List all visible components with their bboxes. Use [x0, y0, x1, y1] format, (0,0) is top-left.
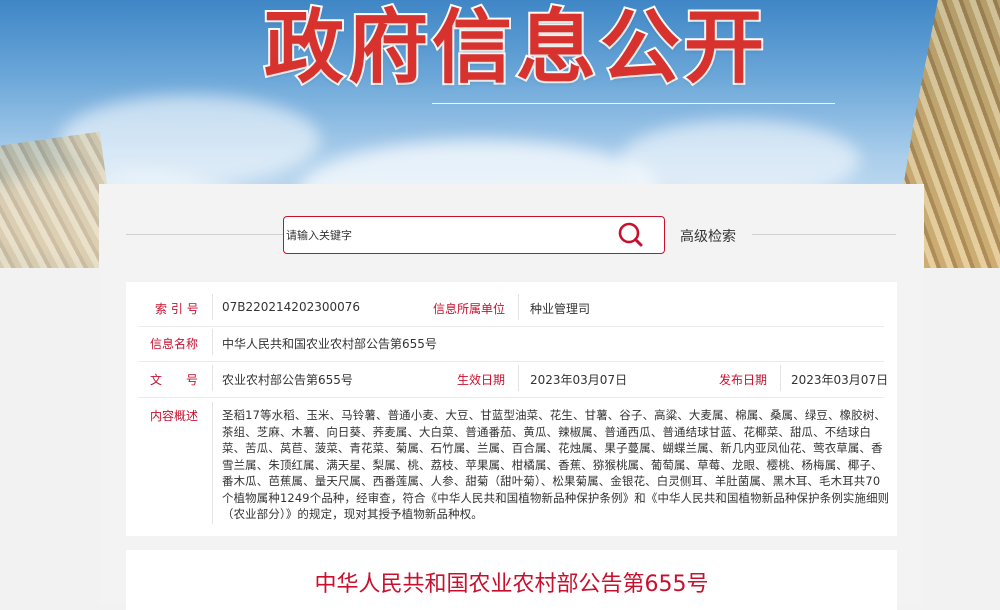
search-bar: 高级检索: [99, 184, 924, 284]
owner-unit-value: 种业管理司: [530, 302, 591, 316]
divider: [138, 361, 884, 362]
divider: [212, 294, 213, 320]
divider: [518, 365, 519, 391]
divider: [138, 326, 884, 327]
publish-date-value: 2023年03月07日: [791, 373, 889, 387]
article-title: 中华人民共和国农业农村部公告第655号: [314, 572, 709, 597]
page-title: 政府信息公开: [262, 0, 768, 96]
summary-text: 圣稻17等水稻、玉米、马铃薯、普通小麦、大豆、甘蓝型油菜、花生、甘薯、谷子、高粱…: [222, 408, 890, 521]
divider: [212, 365, 213, 391]
index-number-value: 07B220214202300076: [222, 300, 361, 314]
info-name-value: 中华人民共和国农业农村部公告第655号: [222, 337, 437, 351]
divider: [752, 234, 896, 235]
search-button[interactable]: [614, 220, 648, 250]
summary-label: 内容概述: [150, 409, 199, 423]
divider: [138, 397, 884, 398]
title-underline: [432, 103, 835, 104]
publish-date-label: 发布日期: [719, 373, 768, 387]
search-input[interactable]: [284, 217, 606, 253]
search-icon: [618, 222, 643, 247]
article-card: 中华人民共和国农业农村部公告第655号: [126, 550, 897, 610]
info-metadata-table: 索 引 号 07B220214202300076 信息所属单位 种业管理司 信息…: [126, 282, 897, 536]
divider: [212, 402, 213, 524]
divider: [126, 234, 284, 235]
advanced-search-link[interactable]: 高级检索: [680, 226, 736, 246]
effective-date-value: 2023年03月07日: [530, 373, 628, 387]
divider: [518, 294, 519, 320]
owner-unit-label: 信息所属单位: [433, 302, 506, 316]
info-name-label: 信息名称: [150, 337, 199, 351]
doc-number-value: 农业农村部公告第655号: [222, 373, 353, 387]
doc-number-label: 文 号: [150, 373, 199, 387]
effective-date-label: 生效日期: [457, 373, 506, 387]
search-box: [283, 216, 665, 254]
index-number-label: 索 引 号: [155, 302, 199, 316]
divider: [780, 365, 781, 391]
divider: [212, 329, 213, 355]
